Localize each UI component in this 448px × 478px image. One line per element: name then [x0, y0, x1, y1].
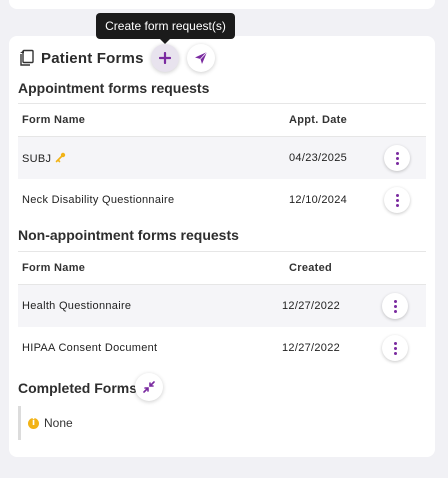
empty-state-border: [18, 406, 21, 440]
tooltip-text: Create form request(s): [105, 19, 226, 33]
non-appointment-forms-table: Form Name Created Health Questionnaire 1…: [18, 251, 426, 369]
table-row[interactable]: Health Questionnaire 12/27/2022: [18, 285, 426, 327]
paper-plane-icon: [195, 51, 208, 64]
add-form-request-button[interactable]: [151, 44, 179, 72]
col-form-name: Form Name: [22, 262, 86, 274]
previous-panel: [9, 0, 435, 9]
appt-date: 04/23/2025: [289, 152, 348, 164]
collapse-completed-button[interactable]: [135, 373, 163, 401]
col-appt-date: Appt. Date: [289, 114, 347, 126]
empty-state-text: None: [44, 416, 73, 430]
send-forms-button[interactable]: [187, 44, 215, 72]
completed-forms-title: Completed Forms: [18, 380, 138, 396]
info-icon: i: [28, 417, 39, 429]
tooltip: Create form request(s): [96, 13, 235, 44]
form-name: SUBJ: [22, 152, 66, 165]
table-row[interactable]: HIPAA Consent Document 12/27/2022: [18, 327, 426, 369]
col-created: Created: [289, 262, 333, 274]
col-form-name: Form Name: [22, 114, 86, 126]
table-header: Form Name Appt. Date: [18, 103, 426, 137]
tooltip-arrow: [160, 39, 170, 44]
panel-header: Patient Forms: [18, 44, 144, 72]
kebab-icon: [395, 193, 399, 208]
form-name: HIPAA Consent Document: [22, 342, 158, 354]
kebab-icon: [393, 299, 397, 314]
form-name: Health Questionnaire: [22, 300, 132, 312]
non-appointment-forms-title: Non-appointment forms requests: [18, 227, 239, 243]
kebab-icon: [395, 151, 399, 166]
row-menu-button[interactable]: [384, 145, 410, 171]
row-menu-button[interactable]: [384, 187, 410, 213]
row-menu-button[interactable]: [382, 293, 408, 319]
documents-icon: [20, 49, 34, 66]
appt-date: 12/10/2024: [289, 194, 348, 206]
kebab-icon: [393, 341, 397, 356]
table-row[interactable]: SUBJ 04/23/2025: [18, 137, 426, 179]
appointment-forms-title: Appointment forms requests: [18, 80, 210, 96]
form-name: Neck Disability Questionnaire: [22, 194, 175, 206]
created-date: 12/27/2022: [282, 300, 341, 312]
plus-icon: [159, 52, 171, 64]
collapse-arrows-icon: [143, 381, 155, 393]
row-menu-button[interactable]: [382, 335, 408, 361]
panel-title: Patient Forms: [41, 49, 144, 67]
table-header: Form Name Created: [18, 251, 426, 285]
created-date: 12/27/2022: [282, 342, 341, 354]
key-icon: [55, 152, 65, 162]
table-row[interactable]: Neck Disability Questionnaire 12/10/2024: [18, 179, 426, 221]
empty-state: i None: [28, 416, 73, 430]
appointment-forms-table: Form Name Appt. Date SUBJ 04/23/2025 Nec…: [18, 103, 426, 221]
